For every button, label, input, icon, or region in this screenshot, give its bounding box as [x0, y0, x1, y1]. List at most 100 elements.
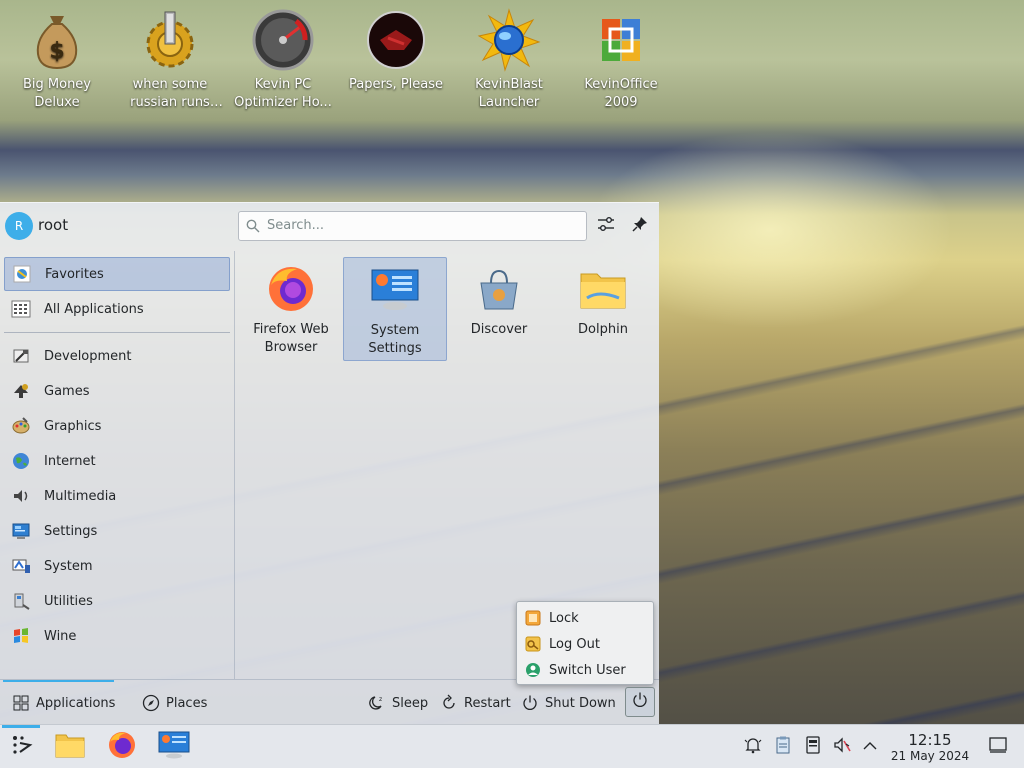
category-label: Settings [44, 523, 98, 539]
firefox-icon [265, 263, 317, 315]
category-wine[interactable]: Wine [4, 619, 230, 653]
taskbar-firefox[interactable] [104, 729, 140, 765]
show-desktop-icon [989, 737, 1007, 757]
applications-grid-icon [12, 694, 30, 712]
category-internet[interactable]: Internet [4, 444, 230, 478]
switch-user-icon [525, 662, 541, 678]
search-icon [246, 219, 260, 233]
wine-icon [10, 625, 32, 647]
system-settings-icon [158, 731, 190, 763]
music-icon [10, 485, 32, 507]
folder-icon [577, 263, 629, 315]
app-tile-label: System Settings [368, 323, 422, 356]
category-games[interactable]: Games [4, 374, 230, 408]
taskbar-dolphin[interactable] [52, 729, 88, 765]
desktop-icon-label: KevinBlast Launcher [475, 77, 543, 110]
tab-applications[interactable]: Applications [12, 692, 115, 714]
notifications-tray[interactable] [743, 737, 763, 757]
button-label: Sleep [392, 695, 429, 711]
category-development[interactable]: Development [4, 339, 230, 373]
shutdown-button[interactable]: Shut Down [521, 692, 616, 714]
hammer-icon [10, 345, 32, 367]
desktop-icon-kevinblast[interactable]: KevinBlast Launcher [454, 8, 564, 112]
clock-time: 12:15 [908, 731, 952, 749]
app-tile-system-settings[interactable]: System Settings [343, 257, 447, 361]
app-tile-firefox[interactable]: Firefox Web Browser [239, 257, 343, 361]
red-emblem-icon [364, 8, 428, 72]
button-label: Shut Down [545, 695, 616, 711]
taskbar: 12:15 21 May 2024 [0, 724, 1024, 768]
category-settings[interactable]: Settings [4, 514, 230, 548]
category-favorites[interactable]: Favorites [4, 257, 230, 291]
active-tab-indicator [3, 680, 114, 682]
menu-item-logout[interactable]: Log Out [525, 633, 600, 655]
restart-icon [440, 694, 458, 712]
category-all-applications[interactable]: All Applications [4, 292, 230, 326]
category-utilities[interactable]: Utilities [4, 584, 230, 618]
firefox-icon [107, 730, 137, 764]
logout-icon [525, 636, 541, 652]
clipboard-tray[interactable] [773, 736, 793, 757]
chevron-up-icon [863, 740, 877, 755]
tab-label: Applications [36, 695, 116, 711]
expand-tray-button[interactable] [860, 737, 880, 757]
desktop-icon-papers-please[interactable]: Papers, Please [341, 8, 451, 94]
desktop-icon-label: Big Money Deluxe [22, 77, 91, 110]
volume-muted-icon [833, 736, 851, 758]
gear-icon [138, 8, 202, 72]
app-tile-discover[interactable]: Discover [447, 257, 551, 361]
desktop-icon-russian[interactable]: when some russian runs a... [115, 8, 225, 112]
application-launcher-button[interactable] [4, 729, 40, 765]
kde-launcher-icon [10, 733, 34, 761]
search-input[interactable]: Search... [238, 211, 587, 241]
category-multimedia[interactable]: Multimedia [4, 479, 230, 513]
digital-clock[interactable]: 12:15 21 May 2024 [888, 731, 972, 764]
menu-item-switch-user[interactable]: Switch User [525, 659, 626, 681]
category-label: Graphics [44, 418, 102, 434]
blast-globe-icon [477, 8, 541, 72]
desktop-icon-kevin-optimizer[interactable]: Kevin PC Optimizer Ho... [228, 8, 338, 112]
app-tile-dolphin[interactable]: Dolphin [551, 257, 655, 361]
category-label: Favorites [45, 266, 104, 282]
launcher-header: R root Search... [0, 203, 659, 249]
taskbar-system-settings[interactable] [156, 729, 192, 765]
desktop-icon-label: KevinOffice 2009 [584, 77, 658, 110]
session-menu: Lock Log Out Switch User [516, 601, 654, 685]
desktop-icon-label: Papers, Please [348, 77, 444, 92]
menu-item-lock[interactable]: Lock [525, 607, 579, 629]
sliders-icon [597, 216, 615, 236]
desktop-icon-big-money[interactable]: $ Big Money Deluxe [2, 8, 112, 112]
avatar[interactable]: R [5, 212, 33, 240]
sleep-button[interactable]: z Sleep [368, 692, 428, 714]
gamepad-icon [10, 380, 32, 402]
sleep-icon: z [368, 694, 386, 712]
tools-icon [10, 590, 32, 612]
desktop-icon-label: Kevin PC Optimizer Ho... [234, 77, 332, 110]
username: root [38, 216, 69, 234]
pin-button[interactable] [627, 213, 653, 239]
tab-places[interactable]: Places [142, 692, 207, 714]
pin-icon [632, 216, 648, 236]
svg-text:z: z [379, 696, 382, 703]
app-tile-label: Firefox Web Browser [253, 322, 329, 355]
desktop-icon-kevinoffice[interactable]: KevinOffice 2009 [566, 8, 676, 112]
category-label: Multimedia [44, 488, 117, 504]
speedometer-icon [251, 8, 315, 72]
session-more-button[interactable] [625, 687, 655, 717]
power-icon [631, 691, 649, 713]
show-desktop-button[interactable] [988, 737, 1008, 757]
globe-icon [10, 450, 32, 472]
category-system[interactable]: System [4, 549, 230, 583]
category-label: Games [44, 383, 90, 399]
category-label: Internet [44, 453, 96, 469]
category-graphics[interactable]: Graphics [4, 409, 230, 443]
device-notifier-tray[interactable] [803, 736, 823, 757]
money-bag-icon: $ [25, 8, 89, 72]
star-icon [11, 263, 33, 285]
bell-icon [744, 736, 762, 758]
restart-button[interactable]: Restart [440, 692, 511, 714]
configure-button[interactable] [593, 213, 619, 239]
divider [4, 332, 230, 333]
volume-tray[interactable] [832, 737, 852, 757]
settings-icon [10, 520, 32, 542]
